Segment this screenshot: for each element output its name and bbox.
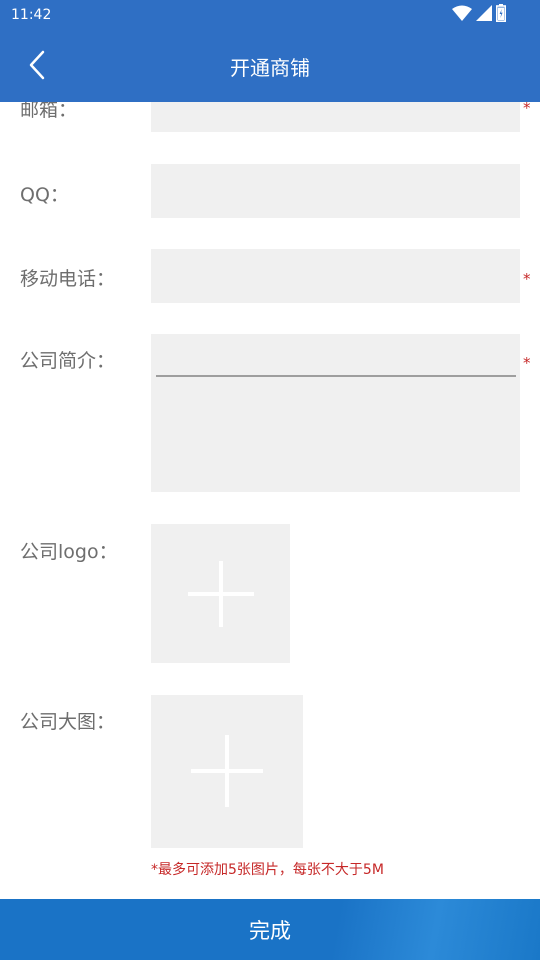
intro-label: 公司简介：: [20, 350, 116, 372]
app-bar: 开通商铺: [0, 32, 540, 102]
logo-upload-button[interactable]: [151, 524, 290, 663]
signal-icon: [476, 5, 492, 25]
mobile-label: 移动电话：: [20, 268, 116, 290]
status-time: 11:42: [11, 7, 52, 23]
page-title: 开通商铺: [230, 56, 310, 80]
status-icons: [452, 4, 506, 26]
status-bar: 11:42: [0, 0, 540, 32]
logo-label: 公司logo：: [20, 541, 118, 563]
intro-required-mark: *: [523, 354, 531, 372]
banner-label: 公司大图：: [20, 711, 116, 733]
banner-upload-button[interactable]: [151, 695, 303, 848]
form-content[interactable]: 邮箱： * QQ： 移动电话： * 公司简介： * 公司logo： 公司大图： …: [0, 102, 540, 899]
email-field[interactable]: [151, 102, 520, 132]
mobile-required-mark: *: [523, 270, 531, 288]
done-button[interactable]: 完成: [0, 899, 540, 960]
intro-textarea[interactable]: [151, 334, 520, 492]
mobile-field[interactable]: [151, 249, 520, 303]
wifi-icon: [452, 5, 472, 25]
battery-icon: [496, 4, 506, 26]
email-required-mark: *: [523, 102, 531, 117]
qq-field[interactable]: [151, 164, 520, 218]
email-label: 邮箱：: [20, 102, 78, 121]
textarea-underline: [156, 375, 516, 377]
upload-hint: *最多可添加5张图片，每张不大于5M: [151, 862, 384, 878]
qq-label: QQ：: [20, 184, 69, 206]
